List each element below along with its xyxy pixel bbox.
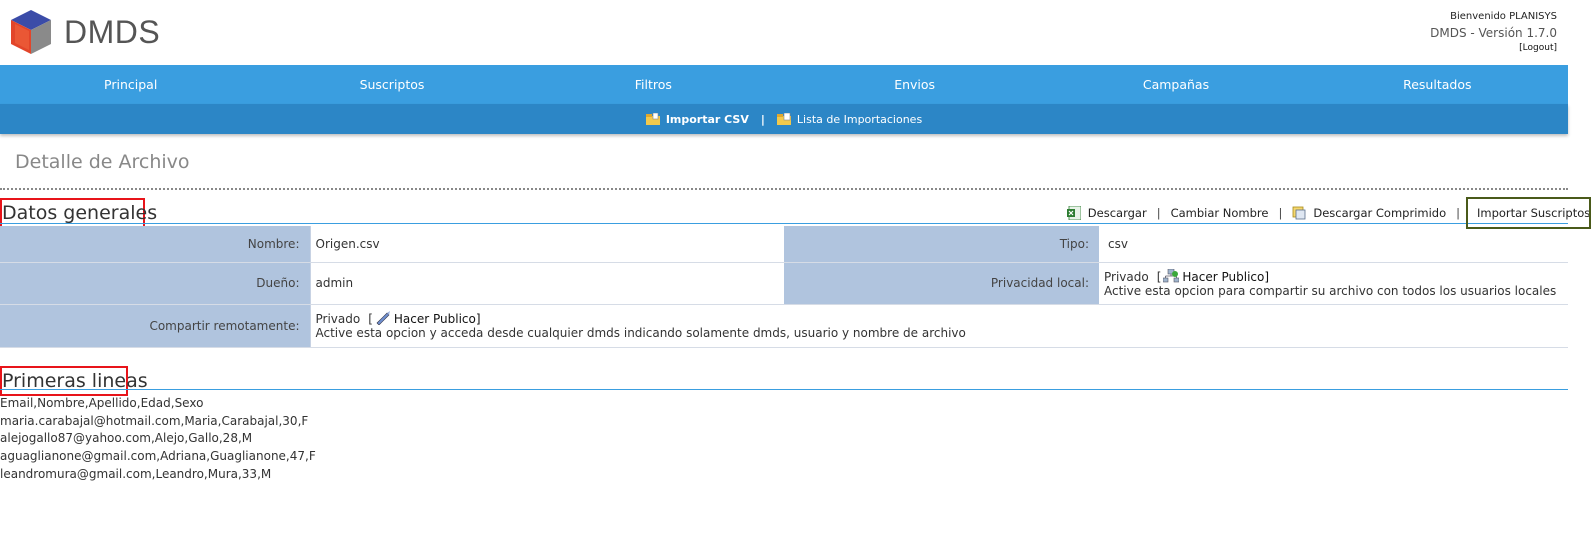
first-lines-list: Email,Nombre,Apellido,Edad,Sexo maria.ca… [0, 395, 316, 484]
remote-share-cell: Privado [ Hacer Publico] Active esta opci… [310, 304, 1568, 348]
nav-item-envios[interactable]: Envios [784, 65, 1045, 104]
sub-nav: Importar CSV | Lista de Importaciones [0, 104, 1568, 134]
remote-share-label: Compartir remotamente: [0, 304, 311, 348]
table-row: Dueño: admin Privacidad local: Privado [ … [0, 262, 1568, 305]
rename-button[interactable]: Cambiar Nombre [1171, 206, 1269, 220]
download-label: Descargar [1087, 206, 1147, 220]
subnav-separator: | [760, 112, 765, 126]
section-title-first-lines: Primeras lineas [0, 366, 148, 396]
file-actions: Descargar | Cambiar Nombre | Descargar C… [1066, 197, 1591, 229]
owner-label: Dueño: [0, 262, 311, 305]
globe-share-icon [376, 311, 390, 325]
bracket: [ [1156, 269, 1162, 284]
local-privacy-description: Active esta opcion para compartir su arc… [1104, 283, 1557, 298]
remote-share-description: Active esta opcion y acceda desde cualqu… [315, 326, 966, 340]
name-value: Origen.csv [310, 226, 784, 263]
folder-list-icon [776, 113, 791, 125]
remote-privacy-value: Privado [315, 312, 361, 326]
list-item: alejogallo87@yahoo.com,Alejo,Gallo,28,M [0, 431, 253, 446]
nav-item-resultados[interactable]: Resultados [1307, 65, 1568, 104]
action-separator: | [1278, 206, 1283, 220]
import-csv-label: Importar CSV [665, 112, 749, 126]
download-compressed-button[interactable]: Descargar Comprimido [1292, 206, 1446, 220]
network-share-icon [1163, 268, 1180, 282]
zip-icon [1292, 206, 1306, 220]
type-label: Tipo: [784, 226, 1099, 263]
import-csv-link[interactable]: Importar CSV [645, 112, 749, 126]
download-compressed-label: Descargar Comprimido [1313, 206, 1447, 220]
app-name: DMDS [64, 14, 161, 50]
action-separator: | [1156, 206, 1161, 220]
page-title: Detalle de Archivo [15, 151, 190, 173]
local-privacy-value: Privado [1104, 269, 1149, 284]
table-row: Nombre: Origen.csv Tipo: csv [0, 226, 1568, 263]
remote-make-public-link[interactable]: Hacer Publico] [394, 312, 481, 326]
list-item: maria.carabajal@hotmail.com,Maria,Caraba… [0, 413, 309, 428]
table-row: Compartir remotamente: Privado [ Hacer Pu… [0, 304, 1568, 348]
download-button[interactable]: Descargar [1066, 206, 1147, 220]
import-subscribers-label: Importar Suscriptos [1477, 206, 1591, 220]
action-separator: | [1456, 206, 1460, 220]
dmds-logo-icon [11, 10, 51, 54]
rename-label: Cambiar Nombre [1170, 206, 1269, 220]
list-item: leandromura@gmail.com,Leandro,Mura,33,M [0, 466, 272, 481]
list-item: aguaglianone@gmail.com,Adriana,Guagliano… [0, 449, 316, 464]
nav-item-filtros[interactable]: Filtros [523, 65, 784, 104]
welcome-text: Bienvenido PLANISYS [1450, 11, 1557, 22]
bracket: [ [368, 312, 373, 326]
main-nav: Principal Suscriptos Filtros Envios Camp… [0, 65, 1568, 104]
folder-import-icon [645, 113, 660, 125]
import-list-label: Lista de Importaciones [796, 112, 923, 126]
excel-icon [1066, 206, 1081, 220]
local-privacy-label: Privacidad local: [784, 262, 1099, 305]
nav-item-suscriptos[interactable]: Suscriptos [261, 65, 522, 104]
import-subscribers-button[interactable]: Importar Suscriptos [1466, 197, 1591, 229]
owner-value: admin [310, 262, 784, 305]
file-details-table: Nombre: Origen.csv Tipo: csv Dueño: admi… [0, 226, 1568, 348]
list-item: Email,Nombre,Apellido,Edad,Sexo [0, 396, 204, 410]
nav-item-campanas[interactable]: Campañas [1045, 65, 1306, 104]
import-list-link[interactable]: Lista de Importaciones [776, 112, 923, 126]
section-divider-first-lines [0, 389, 1568, 390]
name-label: Nombre: [0, 226, 311, 263]
type-value: csv [1099, 226, 1568, 263]
logout-link[interactable]: [Logout] [1519, 43, 1557, 53]
local-make-public-link[interactable]: Hacer Publico] [1182, 270, 1269, 284]
nav-item-principal[interactable]: Principal [0, 65, 261, 104]
dotted-divider [0, 188, 1568, 190]
version-text: DMDS - Versión 1.7.0 [1430, 26, 1557, 40]
local-privacy-cell: Privado [ Hacer Publico] Active esta opci… [1099, 262, 1568, 305]
top-header: DMDS Bienvenido PLANISYS DMDS - Versión … [0, 0, 1591, 65]
